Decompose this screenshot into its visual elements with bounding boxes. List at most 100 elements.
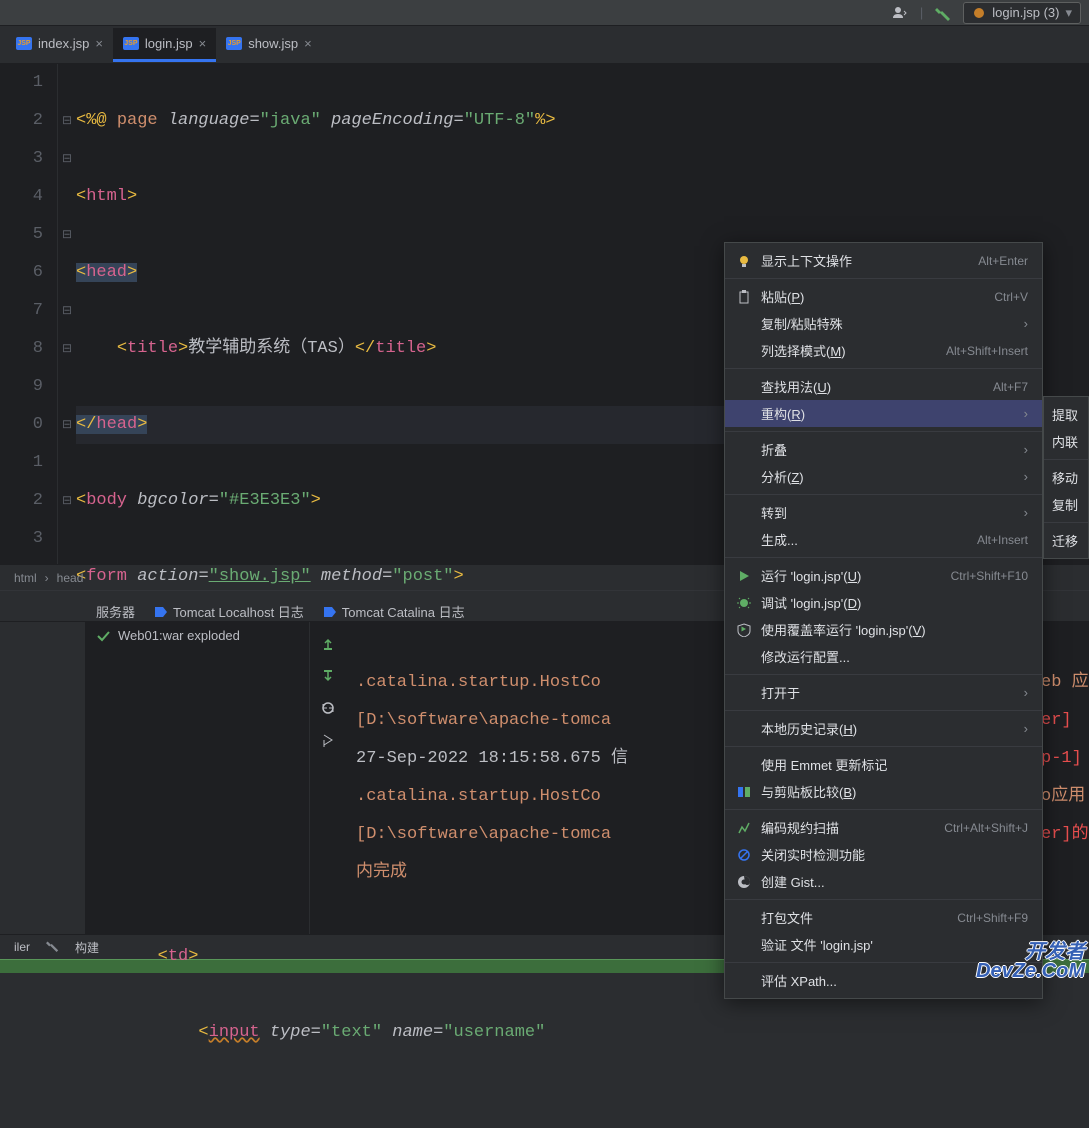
menu-item[interactable]: 运行 'login.jsp'(U)Ctrl+Shift+F10 [725, 562, 1042, 589]
menu-shortcut: Alt+Enter [978, 254, 1028, 268]
tab-index-jsp[interactable]: JSP index.jsp × [6, 28, 113, 62]
menu-item[interactable]: 重构(R)› [725, 400, 1042, 427]
menu-label: 转到 [761, 503, 1016, 522]
fold-gutter[interactable]: ⊟⊟⊟⊟⊟⊟⊟ [58, 64, 76, 564]
menu-item[interactable]: 打包文件 Ctrl+Shift+F9 [725, 904, 1042, 931]
menu-label: 复制/粘贴特殊 [761, 314, 1016, 333]
submenu-item[interactable]: 移动 [1044, 464, 1088, 491]
menu-shortcut: Alt+Insert [977, 533, 1028, 547]
menu-shortcut: Ctrl+Alt+Shift+J [944, 821, 1028, 835]
menu-separator [725, 278, 1042, 279]
breadcrumb-item[interactable]: head [53, 571, 88, 585]
menu-item[interactable]: 创建 Gist... [725, 868, 1042, 895]
menu-shortcut: Ctrl+Shift+F9 [957, 911, 1028, 925]
menu-item[interactable]: 分析(Z)› [725, 463, 1042, 490]
chevron-right-icon: › [1024, 505, 1028, 520]
export-down-icon[interactable] [318, 666, 338, 686]
scan-icon [735, 821, 753, 835]
off-icon [735, 848, 753, 862]
menu-separator [725, 899, 1042, 900]
menu-label: 关闭实时检测功能 [761, 845, 1028, 864]
menu-label: 编码规约扫描 [761, 818, 936, 837]
menu-label: 查找用法(U) [761, 377, 985, 396]
tab-login-jsp[interactable]: JSP login.jsp × [113, 28, 216, 62]
breadcrumb-item[interactable]: html [10, 571, 41, 585]
submenu-item[interactable]: 复制 [1044, 491, 1088, 518]
menu-label: 本地历史记录(H) [761, 719, 1016, 738]
menu-separator [1044, 459, 1088, 460]
menu-separator [1044, 522, 1088, 523]
menu-shortcut: Alt+F7 [993, 380, 1028, 394]
close-icon[interactable]: × [95, 36, 103, 51]
submenu-item[interactable]: 迁移 [1044, 527, 1088, 554]
menu-item[interactable]: 生成... Alt+Insert [725, 526, 1042, 553]
top-toolbar: | login.jsp (3) ▾ [0, 0, 1089, 26]
menu-item[interactable]: 列选择模式(M) Alt+Shift+Insert [725, 337, 1042, 364]
arrow-right-icon[interactable] [318, 730, 338, 750]
menu-label: 使用覆盖率运行 'login.jsp'(V) [761, 620, 1028, 639]
submenu-item[interactable]: 提取 [1044, 401, 1088, 428]
chevron-right-icon: › [1024, 406, 1028, 421]
menu-item[interactable]: 本地历史记录(H)› [725, 715, 1042, 742]
menu-label: 显示上下文操作 [761, 251, 970, 270]
line-numbers: 123 456 789 012 3 [0, 64, 58, 564]
tab-tomcat-catalina-log[interactable]: Tomcat Catalina 日志 [322, 602, 465, 621]
menu-item[interactable]: 调试 'login.jsp'(D) [725, 589, 1042, 616]
menu-label: 使用 Emmet 更新标记 [761, 755, 1028, 774]
menu-label: 调试 'login.jsp'(D) [761, 593, 1028, 612]
sync-icon[interactable] [318, 698, 338, 718]
tab-tomcat-localhost-log[interactable]: Tomcat Localhost 日志 [153, 602, 304, 621]
hammer-icon[interactable] [46, 939, 59, 955]
menu-label: 生成... [761, 530, 969, 549]
run-config-label: login.jsp (3) [992, 5, 1059, 20]
menu-item[interactable]: 与剪贴板比较(B) [725, 778, 1042, 805]
watermark: 开发者 DevZe.CoM [976, 943, 1085, 981]
close-icon[interactable]: × [199, 36, 207, 51]
menu-item[interactable]: 查找用法(U) Alt+F7 [725, 373, 1042, 400]
menu-item[interactable]: 使用覆盖率运行 'login.jsp'(V) [725, 616, 1042, 643]
log-icon [322, 605, 336, 619]
bottom-sidebar [0, 622, 86, 934]
user-icon[interactable] [892, 5, 908, 21]
menu-shortcut: Alt+Shift+Insert [946, 344, 1028, 358]
status-item[interactable]: iler [14, 940, 30, 954]
chevron-right-icon: › [1024, 316, 1028, 331]
menu-separator [725, 368, 1042, 369]
menu-separator [725, 431, 1042, 432]
check-icon [96, 629, 110, 643]
chevron-down-icon: ▾ [1065, 5, 1072, 21]
menu-item[interactable]: 关闭实时检测功能 [725, 841, 1042, 868]
submenu-item[interactable]: 内联 [1044, 428, 1088, 455]
status-item[interactable]: 构建 [75, 939, 99, 956]
menu-item[interactable]: 修改运行配置... [725, 643, 1042, 670]
menu-item[interactable]: 复制/粘贴特殊 › [725, 310, 1042, 337]
menu-label: 折叠 [761, 440, 1016, 459]
menu-item[interactable]: 折叠› [725, 436, 1042, 463]
chevron-right-icon: › [1024, 685, 1028, 700]
editor-tabs: JSP index.jsp × JSP login.jsp × JSP show… [0, 26, 1089, 64]
tab-server[interactable]: 服务器 [96, 602, 135, 621]
menu-item[interactable]: 粘贴(P)Ctrl+V [725, 283, 1042, 310]
menu-label: 打包文件 [761, 908, 949, 927]
menu-shortcut: Ctrl+V [994, 290, 1028, 304]
run-config-dropdown[interactable]: login.jsp (3) ▾ [963, 2, 1081, 24]
menu-separator [725, 710, 1042, 711]
chevron-right-icon: › [1024, 469, 1028, 484]
menu-separator [725, 746, 1042, 747]
hammer-icon[interactable] [935, 5, 951, 21]
context-menu: 显示上下文操作 Alt+Enter 粘贴(P)Ctrl+V 复制/粘贴特殊 › 列选择模式… [724, 242, 1043, 999]
menu-item[interactable]: 显示上下文操作 Alt+Enter [725, 247, 1042, 274]
menu-label: 列选择模式(M) [761, 341, 938, 360]
debug-icon [735, 596, 753, 610]
menu-item[interactable]: 使用 Emmet 更新标记 [725, 751, 1042, 778]
menu-item[interactable]: 编码规约扫描 Ctrl+Alt+Shift+J [725, 814, 1042, 841]
close-icon[interactable]: × [304, 36, 312, 51]
tab-show-jsp[interactable]: JSP show.jsp × [216, 28, 321, 62]
menu-item[interactable]: 打开于› [725, 679, 1042, 706]
export-up-icon[interactable] [318, 634, 338, 654]
menu-item[interactable]: 转到 › [725, 499, 1042, 526]
menu-separator [725, 494, 1042, 495]
log-icon [153, 605, 167, 619]
deployment-item[interactable]: Web01:war exploded [96, 628, 299, 643]
menu-label: 修改运行配置... [761, 647, 1028, 666]
